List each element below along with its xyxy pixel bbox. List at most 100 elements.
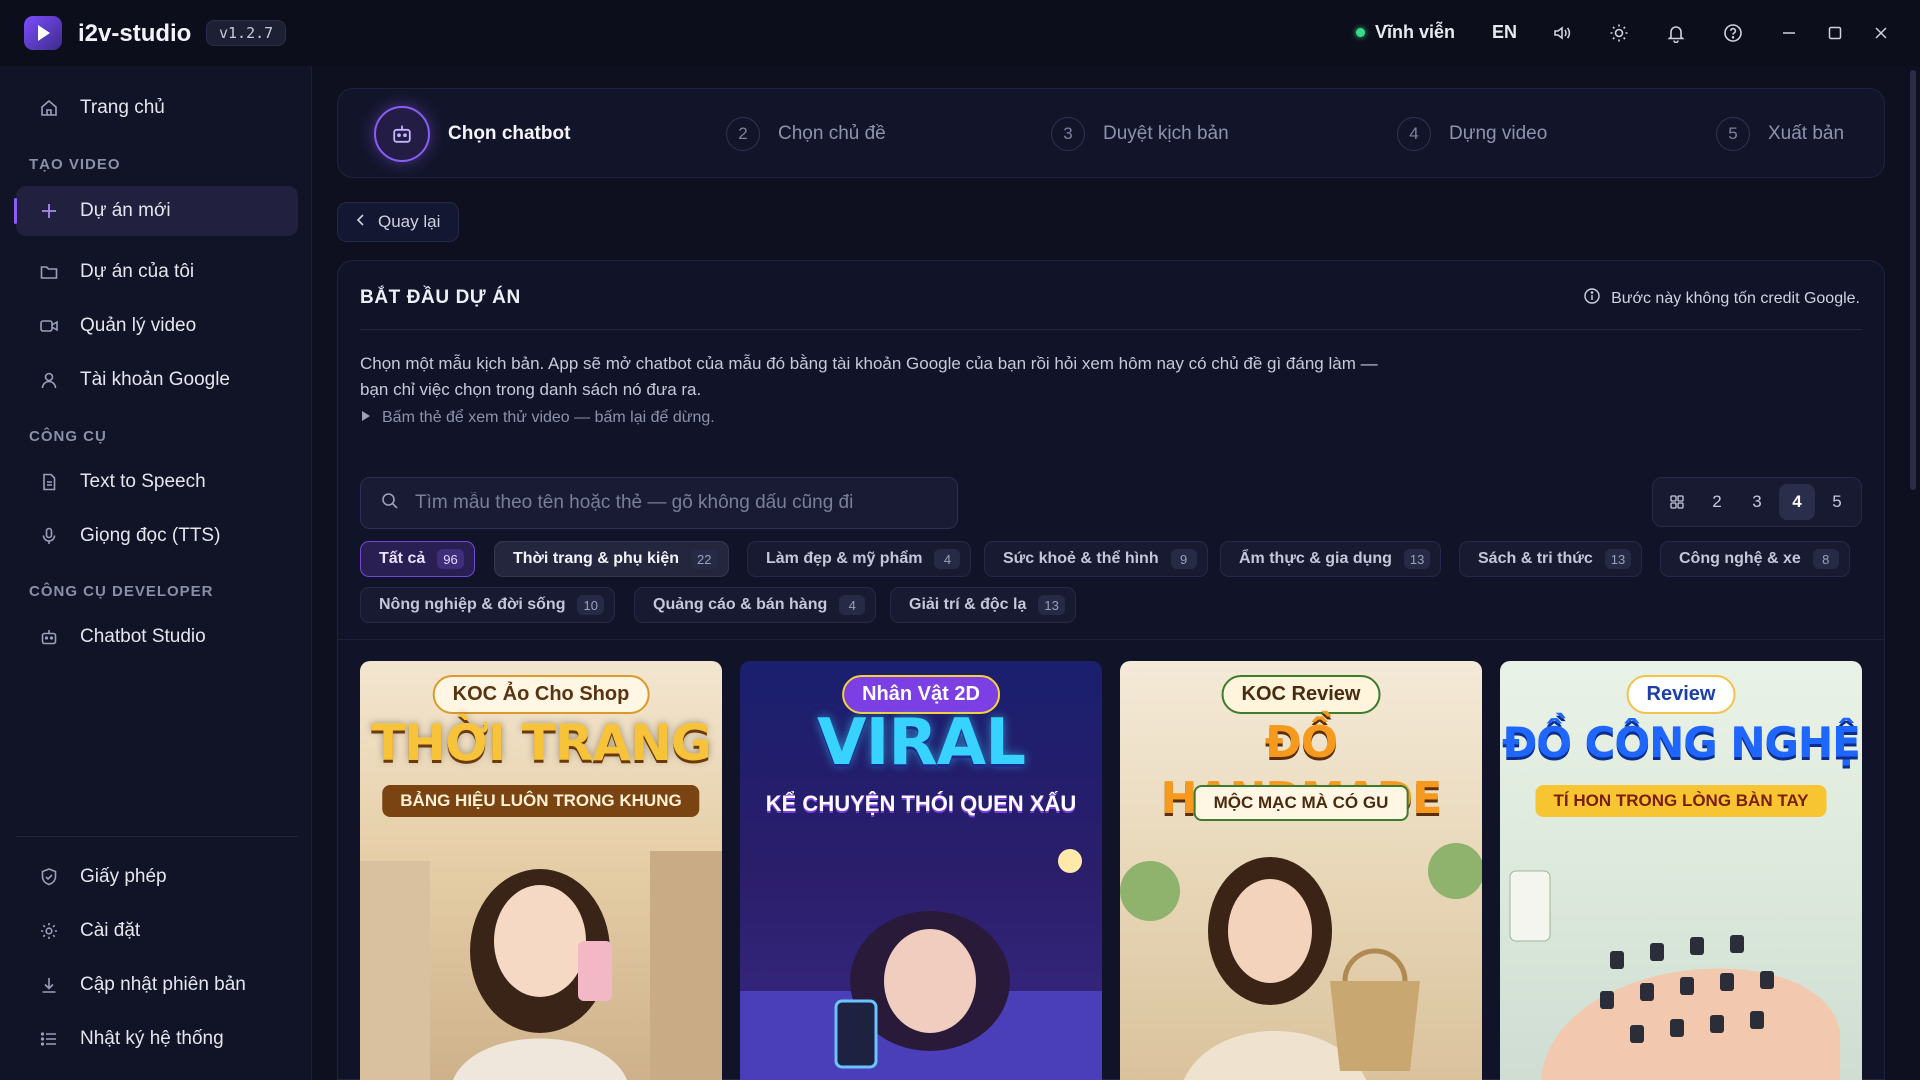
template-card-tech[interactable]: Review ĐỒ CÔNG NGHỆ TÍ HON TRONG LÒNG BÀ… xyxy=(1500,661,1862,1080)
sidebar-item-label: Dự án của tôi xyxy=(80,261,195,282)
column-selector: 2 3 4 5 xyxy=(1652,477,1862,527)
chip-label: Thời trang & phụ kiện xyxy=(513,550,680,567)
info-icon xyxy=(1583,287,1601,310)
play-triangle-icon xyxy=(360,409,372,427)
app-logo-icon xyxy=(24,16,62,50)
folder-icon xyxy=(38,261,60,283)
filter-chip-health[interactable]: Sức khoẻ & thể hình 9 xyxy=(984,541,1208,577)
sidebar-item-label: Trang chủ xyxy=(80,97,165,118)
sidebar-item-label: Giọng đọc (TTS) xyxy=(80,525,221,546)
back-button[interactable]: Quay lại xyxy=(337,202,460,242)
filter-chip-tech[interactable]: Công nghệ & xe 8 xyxy=(1660,541,1850,577)
minimize-icon[interactable] xyxy=(1777,21,1801,45)
step-number: 4 xyxy=(1397,117,1431,151)
panel-title: BẮT ĐẦU DỰ ÁN xyxy=(360,287,521,308)
license-status[interactable]: Vĩnh viễn xyxy=(1356,22,1455,43)
credit-note: Bước này không tốn credit Google. xyxy=(1583,287,1860,310)
sidebar-item-tts[interactable]: Text to Speech xyxy=(16,457,298,507)
title-bar: i2v-studio v1.2.7 Vĩnh viễn EN xyxy=(0,0,1920,66)
bot-icon xyxy=(374,106,430,162)
card-tag: KOC Review xyxy=(1221,675,1381,714)
section-developer: CÔNG CỤ DEVELOPER xyxy=(29,583,214,600)
template-search[interactable] xyxy=(360,477,958,529)
panel-description: Chọn một mẫu kịch bản. App sẽ mở chatbot… xyxy=(360,351,1460,403)
step-choose-topic[interactable]: 2 Chọn chủ đề xyxy=(726,89,886,179)
theme-icon[interactable] xyxy=(1607,21,1631,45)
credit-note-text: Bước này không tốn credit Google. xyxy=(1611,289,1860,307)
template-card-viral[interactable]: Nhân Vật 2D VIRAL KỂ CHUYỆN THÓI QUEN XẤ… xyxy=(740,661,1102,1080)
columns-5-button[interactable]: 5 xyxy=(1819,484,1855,520)
sidebar-item-logs[interactable]: Nhật ký hệ thống xyxy=(16,1014,298,1064)
filter-chip-agriculture[interactable]: Nông nghiệp & đời sống 10 xyxy=(360,587,615,623)
grid-icon[interactable] xyxy=(1659,484,1695,520)
maximize-icon[interactable] xyxy=(1823,21,1847,45)
sidebar-item-voice[interactable]: Giọng đọc (TTS) xyxy=(16,511,298,561)
help-icon[interactable] xyxy=(1721,21,1745,45)
sidebar: Trang chủ TẠO VIDEO Dự án mới Dự án của … xyxy=(0,66,312,1080)
columns-4-button[interactable]: 4 xyxy=(1779,484,1815,520)
template-card-handmade[interactable]: KOC Review ĐỒ HANDMADE MỘC MẠC MÀ CÓ GU xyxy=(1120,661,1482,1080)
card-headline: ĐỒ CÔNG NGHỆ xyxy=(1502,718,1861,767)
bell-icon[interactable] xyxy=(1664,21,1688,45)
columns-2-button[interactable]: 2 xyxy=(1699,484,1735,520)
user-icon xyxy=(38,369,60,391)
filter-chip-beauty[interactable]: Làm đẹp & mỹ phẩm 4 xyxy=(747,541,972,577)
step-build-video[interactable]: 4 Dựng video xyxy=(1397,89,1547,179)
filter-chip-books[interactable]: Sách & tri thức 13 xyxy=(1459,541,1643,577)
step-label: Chọn chủ đề xyxy=(778,123,886,144)
sidebar-item-new-project[interactable]: Dự án mới xyxy=(14,186,298,236)
sidebar-item-my-projects[interactable]: Dự án của tôi xyxy=(16,247,298,297)
card-headline: THỜI TRANG xyxy=(371,714,712,772)
section-tools: CÔNG CỤ xyxy=(29,428,107,445)
chip-label: Quảng cáo & bán hàng xyxy=(653,596,828,613)
sidebar-item-label: Giấy phép xyxy=(80,866,167,887)
language-toggle[interactable]: EN xyxy=(1492,22,1517,43)
sidebar-item-video-manager[interactable]: Quản lý video xyxy=(16,301,298,351)
step-review-script[interactable]: 3 Duyệt kịch bản xyxy=(1051,89,1229,179)
sidebar-item-chatbot-studio[interactable]: Chatbot Studio xyxy=(16,612,298,662)
step-choose-chatbot[interactable]: Chọn chatbot xyxy=(374,89,570,179)
chip-label: Công nghệ & xe xyxy=(1679,550,1801,567)
step-publish[interactable]: 5 Xuất bản xyxy=(1716,89,1844,179)
preview-hint-text: Bấm thẻ để xem thử video — bấm lại để dừ… xyxy=(382,409,715,426)
chip-label: Tất cả xyxy=(379,550,426,567)
close-icon[interactable] xyxy=(1869,21,1893,45)
scrollbar[interactable] xyxy=(1910,70,1916,490)
back-button-label: Quay lại xyxy=(378,212,441,231)
step-label: Chọn chatbot xyxy=(448,123,571,144)
search-input[interactable] xyxy=(415,492,935,514)
volume-icon[interactable] xyxy=(1550,21,1574,45)
step-number: 5 xyxy=(1716,117,1750,151)
sidebar-item-license[interactable]: Giấy phép xyxy=(16,852,298,902)
home-icon xyxy=(38,97,60,119)
filter-chip-entertainment[interactable]: Giải trí & độc lạ 13 xyxy=(890,587,1076,623)
card-subtitle: KỂ CHUYỆN THÓI QUEN XẤU xyxy=(765,791,1077,816)
template-card-fashion[interactable]: KOC Ảo Cho Shop THỜI TRANG BẢNG HIỆU LUÔ… xyxy=(360,661,722,1080)
card-headline: VIRAL xyxy=(817,706,1026,780)
filter-chip-food[interactable]: Ẩm thực & gia dụng 13 xyxy=(1220,541,1442,577)
shield-icon xyxy=(38,866,60,888)
app-name: i2v-studio xyxy=(78,20,192,47)
sidebar-item-update[interactable]: Cập nhật phiên bản xyxy=(16,960,298,1010)
filter-chip-all[interactable]: Tất cả 96 xyxy=(360,541,475,577)
columns-3-button[interactable]: 3 xyxy=(1739,484,1775,520)
card-subtitle: BẢNG HIỆU LUÔN TRONG KHUNG xyxy=(382,785,700,817)
chevron-left-icon xyxy=(354,212,368,232)
bot-icon xyxy=(38,626,60,648)
wizard-stepper: Chọn chatbot 2 Chọn chủ đề 3 Duyệt kịch … xyxy=(337,88,1885,178)
chip-count: 8 xyxy=(1812,549,1839,569)
download-icon xyxy=(38,974,60,996)
preview-hint[interactable]: Bấm thẻ để xem thử video — bấm lại để dừ… xyxy=(360,409,715,427)
filter-chip-ads[interactable]: Quảng cáo & bán hàng 4 xyxy=(634,587,877,623)
sidebar-item-home[interactable]: Trang chủ xyxy=(16,83,298,133)
chip-label: Sách & tri thức xyxy=(1478,550,1593,567)
sidebar-item-settings[interactable]: Cài đặt xyxy=(16,906,298,956)
chip-count: 13 xyxy=(1038,595,1065,615)
document-icon xyxy=(38,471,60,493)
section-create-video: TẠO VIDEO xyxy=(29,156,121,173)
card-subtitle: TÍ HON TRONG LÒNG BÀN TAY xyxy=(1535,785,1827,817)
sidebar-item-google-account[interactable]: Tài khoản Google xyxy=(16,355,298,405)
filter-chip-fashion[interactable]: Thời trang & phụ kiện 22 xyxy=(494,541,729,577)
sidebar-item-label: Tài khoản Google xyxy=(80,369,230,390)
card-tag: Review xyxy=(1626,675,1736,714)
